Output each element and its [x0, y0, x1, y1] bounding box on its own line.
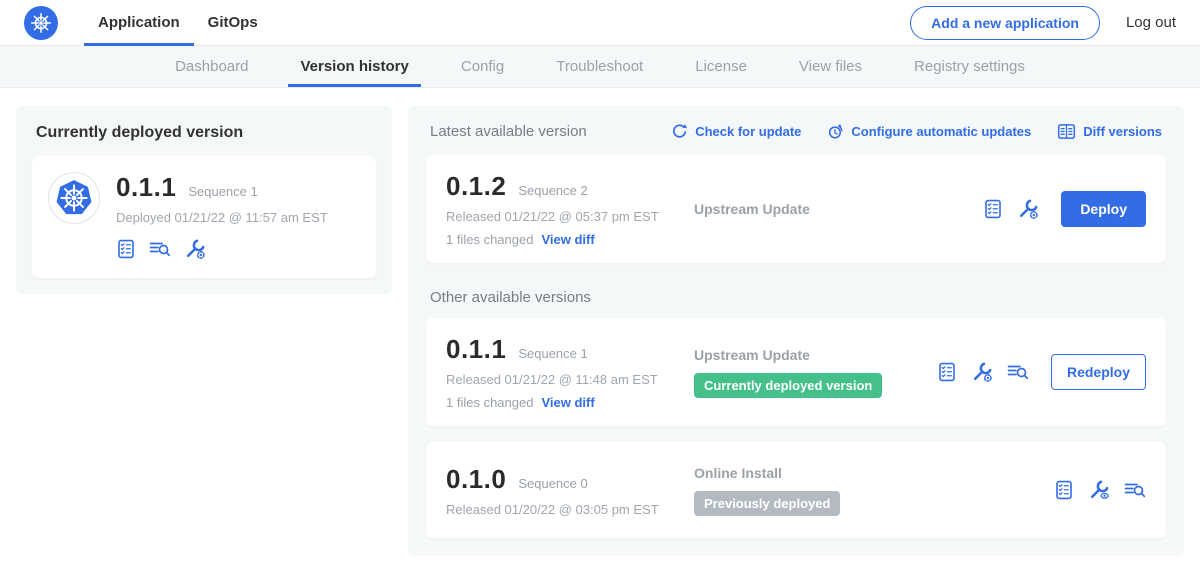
version-number: 0.1.1	[446, 334, 506, 365]
version-source: Upstream Update	[694, 201, 983, 217]
view-diff-link[interactable]: View diff	[541, 395, 594, 410]
subnav-tab-dashboard-label: Dashboard	[175, 58, 248, 75]
tab-application-label: Application	[98, 14, 180, 31]
sequence-label: Sequence 1	[518, 346, 587, 361]
auto-update-icon	[827, 123, 844, 140]
version-actions-cell: Deploy	[983, 191, 1146, 227]
version-number: 0.1.0	[446, 464, 506, 495]
subnav-tab-version-history[interactable]: Version history	[274, 46, 434, 87]
diff-versions-label: Diff versions	[1083, 124, 1162, 139]
subnav-tab-troubleshoot[interactable]: Troubleshoot	[530, 46, 669, 87]
version-source: Online Install Previously deployed	[694, 465, 1054, 516]
edit-config-icon[interactable]	[971, 361, 993, 383]
configure-automatic-updates-link[interactable]: Configure automatic updates	[827, 123, 1031, 140]
released-timestamp: Released 01/21/22 @ 11:48 am EST	[446, 372, 694, 387]
view-files-icon[interactable]	[149, 239, 171, 259]
release-notes-icon[interactable]	[937, 362, 957, 382]
check-for-update-label: Check for update	[695, 124, 801, 139]
released-timestamp: Released 01/20/22 @ 03:05 pm EST	[446, 502, 694, 517]
versions-panel-header: Latest available version Check for updat…	[426, 120, 1166, 141]
top-bar: Application GitOps Add a new application…	[0, 0, 1200, 46]
version-card-0-1-0: 0.1.0 Sequence 0 Released 01/20/22 @ 03:…	[426, 442, 1166, 538]
other-versions-title: Other available versions	[430, 289, 1162, 306]
version-actions-cell: Redeploy	[937, 354, 1146, 390]
configure-automatic-updates-label: Configure automatic updates	[851, 124, 1031, 139]
release-notes-icon[interactable]	[1054, 480, 1074, 500]
sequence-label: Sequence 0	[518, 476, 587, 491]
deployed-panel-title: Currently deployed version	[32, 124, 376, 142]
subnav-tab-view-files-label: View files	[799, 58, 862, 75]
version-actions: Check for update Configure automatic upd…	[671, 122, 1162, 141]
deployed-timestamp: Deployed 01/21/22 @ 11:57 am EST	[116, 210, 328, 225]
edit-config-icon[interactable]	[1017, 198, 1039, 220]
subnav-tab-troubleshoot-label: Troubleshoot	[556, 58, 643, 75]
subnav-tab-version-history-label: Version history	[300, 58, 408, 75]
subnav-tab-registry-settings[interactable]: Registry settings	[888, 46, 1051, 87]
app-logo	[48, 172, 100, 224]
source-label: Upstream Update	[694, 347, 937, 363]
release-notes-icon[interactable]	[116, 239, 136, 259]
app-subnav: Dashboard Version history Config Trouble…	[0, 46, 1200, 88]
version-source: Upstream Update Currently deployed versi…	[694, 347, 937, 398]
release-notes-icon[interactable]	[983, 199, 1003, 219]
tab-gitops-label: GitOps	[208, 14, 258, 31]
diff-icon	[1057, 122, 1076, 141]
deployed-version-number: 0.1.1	[116, 172, 176, 203]
currently-deployed-panel: Currently deployed version 0.1.1 Sequenc…	[16, 106, 392, 294]
version-info: 0.1.0 Sequence 0 Released 01/20/22 @ 03:…	[446, 464, 694, 517]
view-diff-link[interactable]: View diff	[541, 232, 594, 247]
version-number: 0.1.2	[446, 171, 506, 202]
subnav-tab-registry-settings-label: Registry settings	[914, 58, 1025, 75]
subnav-tab-config[interactable]: Config	[435, 46, 530, 87]
check-for-update-link[interactable]: Check for update	[671, 123, 801, 140]
version-info: 0.1.1 Sequence 1 Released 01/21/22 @ 11:…	[446, 334, 694, 410]
main-content: Currently deployed version 0.1.1 Sequenc…	[0, 88, 1200, 564]
kubernetes-wheel-icon	[29, 11, 53, 35]
source-label: Online Install	[694, 465, 1054, 481]
add-application-button[interactable]: Add a new application	[910, 6, 1100, 40]
version-card-0-1-2: 0.1.2 Sequence 2 Released 01/21/22 @ 05:…	[426, 155, 1166, 263]
versions-panel: Latest available version Check for updat…	[408, 106, 1184, 556]
files-changed-label: 1 files changed	[446, 395, 533, 410]
deployed-sequence-label: Sequence 1	[188, 184, 257, 199]
tab-application[interactable]: Application	[84, 0, 194, 45]
diff-versions-link[interactable]: Diff versions	[1057, 122, 1162, 141]
refresh-icon	[671, 123, 688, 140]
deploy-button[interactable]: Deploy	[1061, 191, 1146, 227]
subnav-tab-dashboard[interactable]: Dashboard	[149, 46, 274, 87]
subnav-tab-license-label: License	[695, 58, 747, 75]
released-timestamp: Released 01/21/22 @ 05:37 pm EST	[446, 209, 694, 224]
files-changed-label: 1 files changed	[446, 232, 533, 247]
kubernetes-logo	[24, 6, 58, 40]
redeploy-button[interactable]: Redeploy	[1051, 354, 1146, 390]
tab-gitops[interactable]: GitOps	[194, 0, 272, 45]
latest-version-title: Latest available version	[430, 123, 587, 140]
app-tabs: Application GitOps	[84, 0, 272, 45]
deployed-version-card: 0.1.1 Sequence 1 Deployed 01/21/22 @ 11:…	[32, 156, 376, 278]
version-info: 0.1.2 Sequence 2 Released 01/21/22 @ 05:…	[446, 171, 694, 247]
edit-config-icon[interactable]	[184, 238, 206, 260]
kubernetes-heptagon-icon	[53, 177, 95, 219]
version-actions-cell	[1054, 479, 1146, 501]
previously-deployed-badge: Previously deployed	[694, 491, 840, 516]
sequence-label: Sequence 2	[518, 183, 587, 198]
subnav-tab-view-files[interactable]: View files	[773, 46, 888, 87]
deployed-version-info: 0.1.1 Sequence 1 Deployed 01/21/22 @ 11:…	[116, 172, 328, 260]
view-config-icon[interactable]	[1088, 479, 1110, 501]
logout-link[interactable]: Log out	[1126, 14, 1176, 31]
view-files-icon[interactable]	[1124, 480, 1146, 500]
top-bar-right: Add a new application Log out	[910, 0, 1176, 45]
view-files-icon[interactable]	[1007, 362, 1029, 382]
currently-deployed-badge: Currently deployed version	[694, 373, 882, 398]
source-label: Upstream Update	[694, 201, 983, 217]
subnav-tab-config-label: Config	[461, 58, 504, 75]
version-card-0-1-1: 0.1.1 Sequence 1 Released 01/21/22 @ 11:…	[426, 318, 1166, 426]
subnav-tab-license[interactable]: License	[669, 46, 773, 87]
